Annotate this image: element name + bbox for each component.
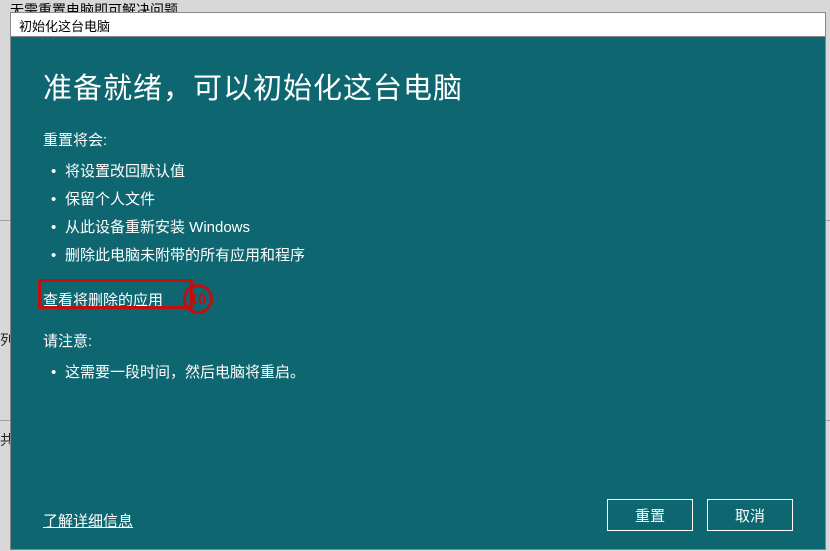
dialog-buttons: 重置 取消 [607, 499, 793, 531]
reset-actions-list: 将设置改回默认值 保留个人文件 从此设备重新安装 Windows 删除此电脑未附… [43, 158, 793, 270]
list-item: 保留个人文件 [43, 186, 793, 214]
more-info-link[interactable]: 了解详细信息 [43, 510, 133, 531]
reset-button[interactable]: 重置 [607, 499, 693, 531]
dialog-heading: 准备就绪，可以初始化这台电脑 [43, 65, 793, 107]
annotation-badge: 10 [183, 284, 213, 314]
list-item: 将设置改回默认值 [43, 158, 793, 186]
list-item: 这需要一段时间，然后电脑将重启。 [43, 359, 793, 387]
view-removed-apps-link[interactable]: 查看将删除的应用 [43, 289, 163, 310]
reset-pc-dialog: 初始化这台电脑 准备就绪，可以初始化这台电脑 重置将会: 将设置改回默认值 保留… [10, 12, 826, 550]
reset-label: 重置将会: [43, 129, 793, 150]
dialog-footer: 了解详细信息 重置 取消 [43, 491, 793, 531]
note-label: 请注意: [43, 330, 793, 351]
window-title: 初始化这台电脑 [19, 19, 110, 34]
note-list: 这需要一段时间，然后电脑将重启。 [43, 359, 793, 387]
cancel-button[interactable]: 取消 [707, 499, 793, 531]
list-item: 从此设备重新安装 Windows [43, 214, 793, 242]
dialog-content: 准备就绪，可以初始化这台电脑 重置将会: 将设置改回默认值 保留个人文件 从此设… [11, 37, 825, 549]
list-item: 删除此电脑未附带的所有应用和程序 [43, 242, 793, 270]
window-titlebar: 初始化这台电脑 [11, 13, 825, 37]
